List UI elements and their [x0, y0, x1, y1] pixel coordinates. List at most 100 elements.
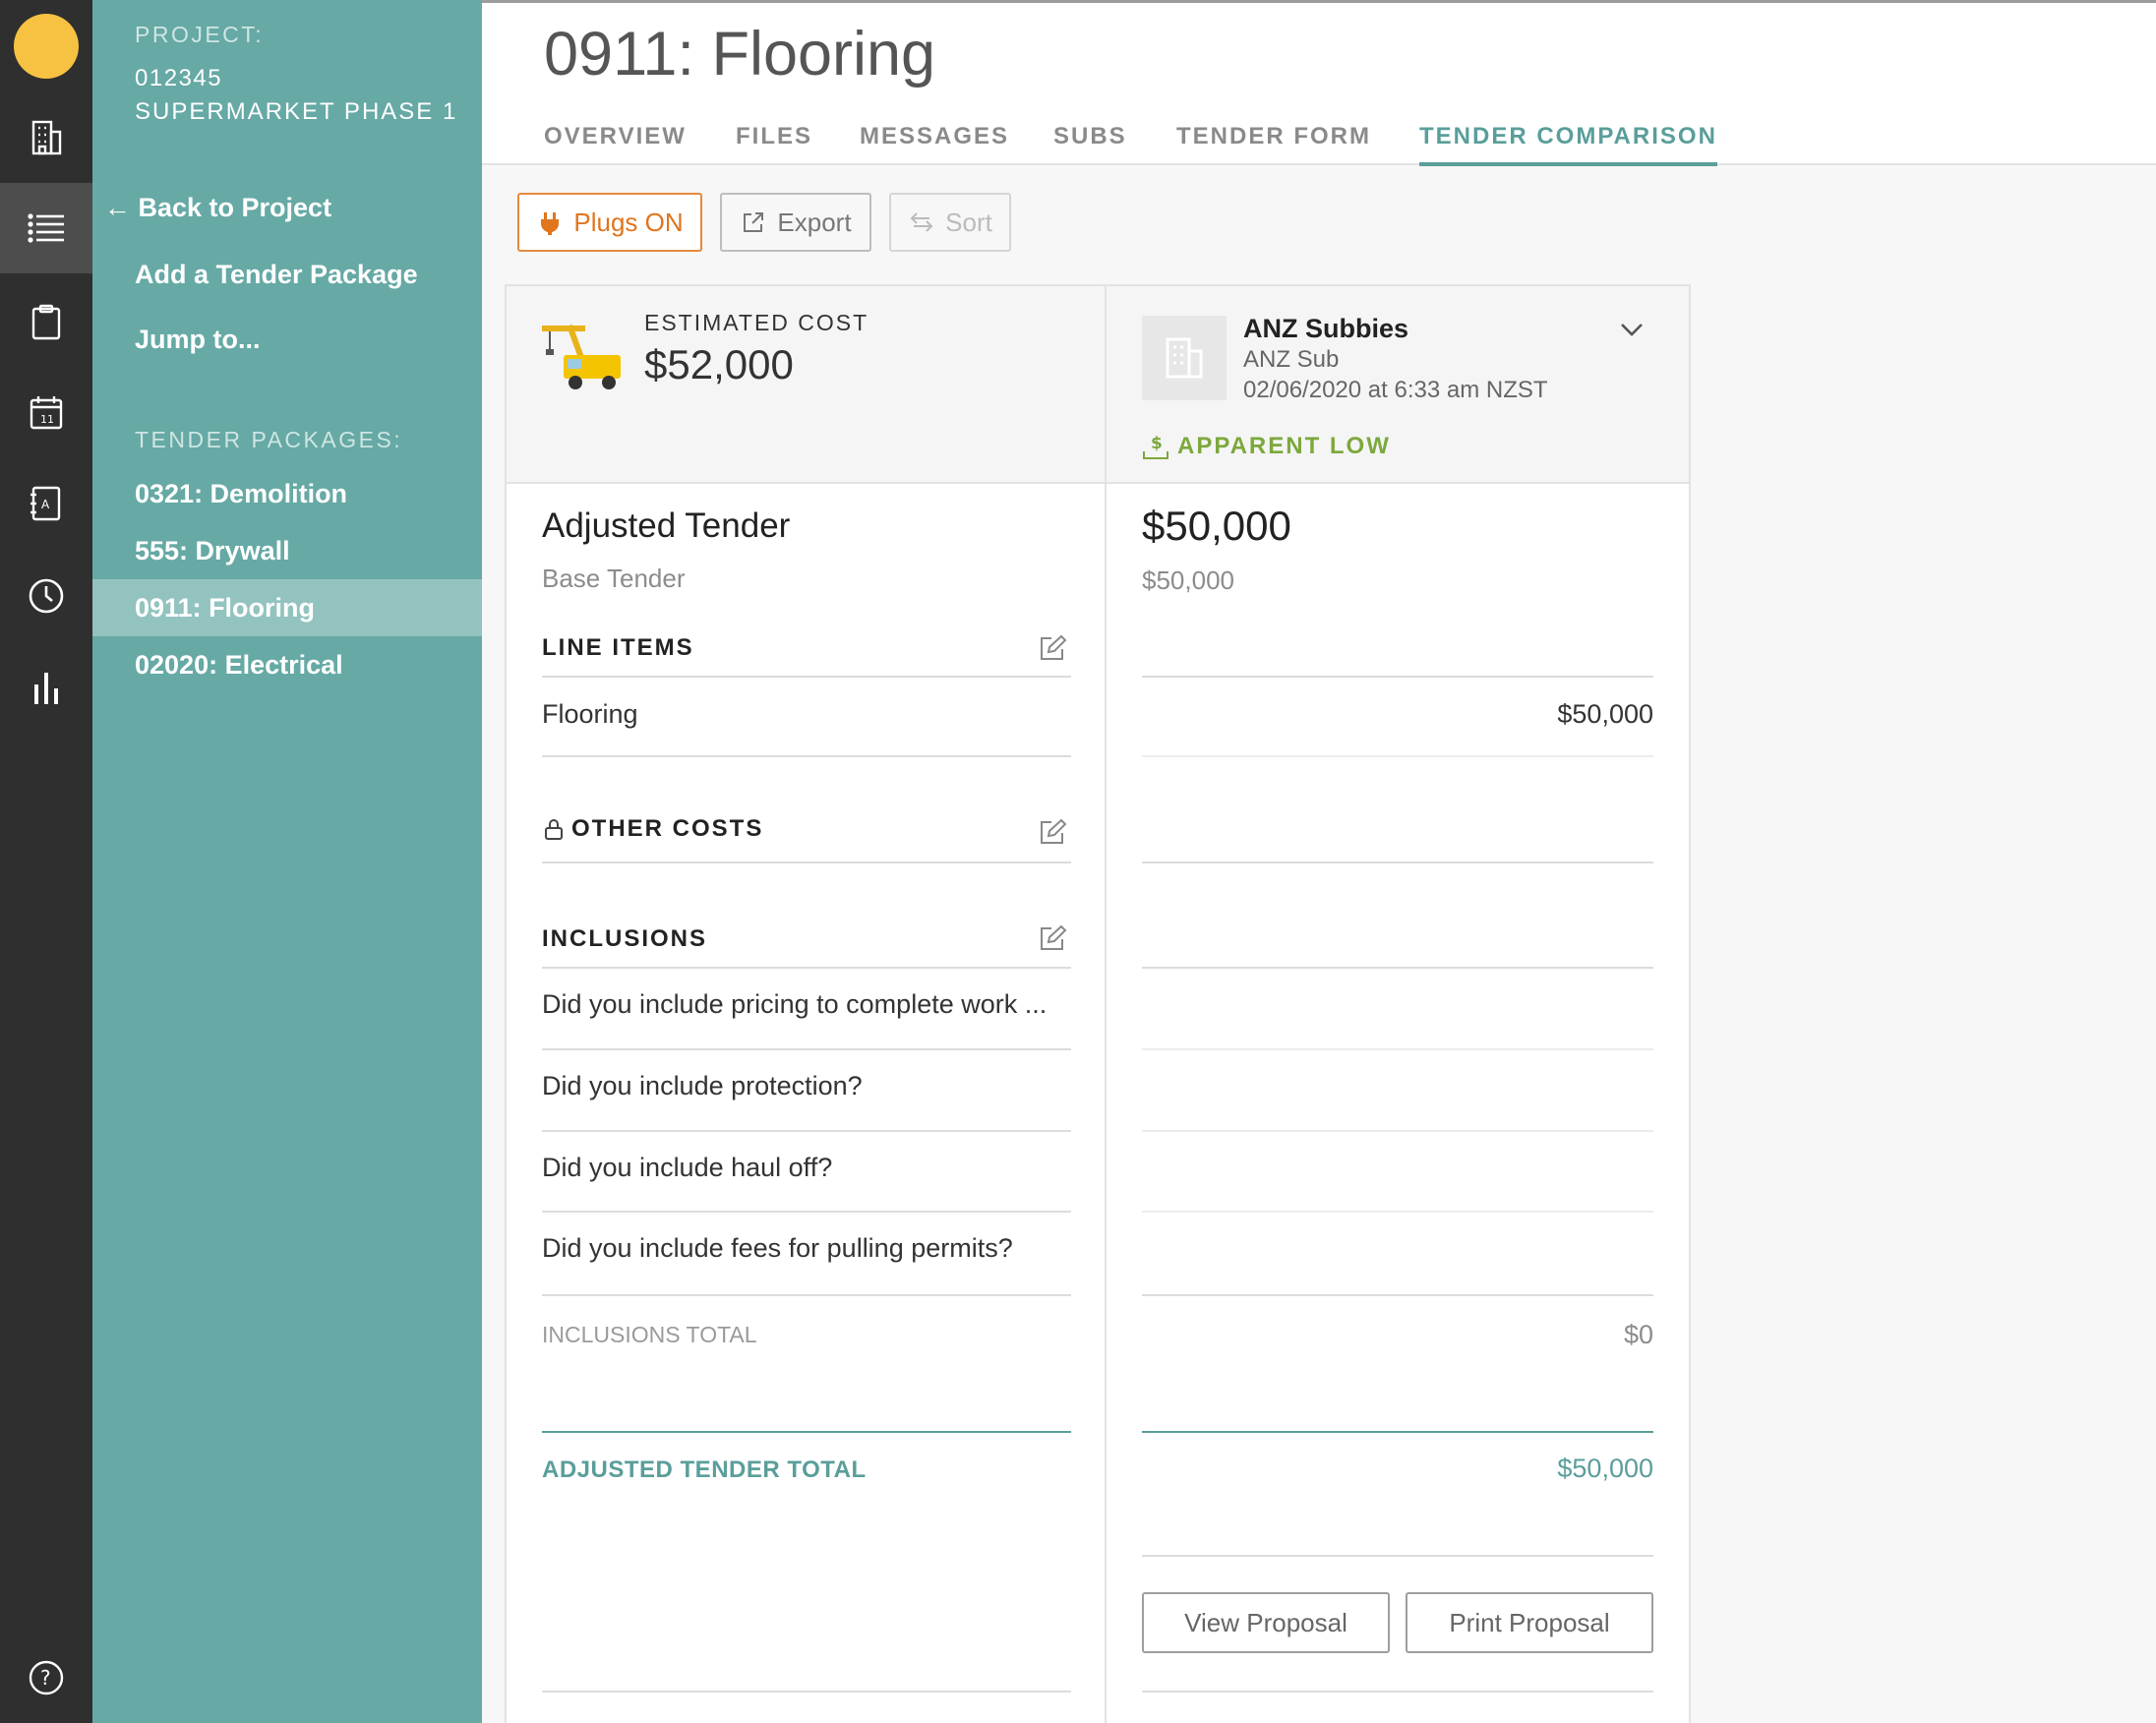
package-item-drywall[interactable]: 555: Drywall [92, 522, 482, 579]
divider [1142, 1691, 1653, 1693]
inclusion-item: Did you include protection? [542, 1071, 863, 1100]
base-tender-value: $50,000 [1142, 565, 1234, 595]
apparent-low-label: APPARENT LOW [1177, 433, 1391, 459]
edit-inclusions-icon[interactable] [1038, 923, 1067, 953]
svg-text:?: ? [40, 1666, 51, 1690]
tab-tender-comparison[interactable]: TENDER COMPARISON [1419, 123, 1717, 166]
bidder-card: ANZ Subbies ANZ Sub 02/06/2020 at 6:33 a… [1107, 284, 1691, 1723]
chevron-down-icon[interactable] [1618, 320, 1646, 339]
projects-nav[interactable] [0, 92, 92, 183]
bidder-name[interactable]: ANZ Subbies [1243, 314, 1408, 344]
estimate-header: ESTIMATED COST $52,000 [507, 286, 1105, 484]
divider [542, 1211, 1071, 1213]
inclusions-total-label: INCLUSIONS TOTAL [542, 1322, 757, 1347]
estimated-cost-value: $52,000 [644, 341, 794, 387]
sort-label: Sort [945, 207, 992, 237]
divider [1142, 1211, 1653, 1213]
address-book-icon: A [30, 486, 61, 521]
adjusted-tender-total-label: ADJUSTED TENDER TOTAL [542, 1456, 867, 1483]
building-icon [31, 120, 62, 155]
tenders-nav[interactable] [0, 183, 92, 273]
divider [1142, 1431, 1653, 1433]
divider [1142, 676, 1653, 678]
adjusted-tender-total-value: $50,000 [1557, 1454, 1653, 1483]
divider [1142, 967, 1653, 969]
page-title: 0911: Flooring [544, 20, 936, 89]
contacts-nav[interactable]: A [0, 458, 92, 549]
bidder-header: ANZ Subbies ANZ Sub 02/06/2020 at 6:33 a… [1107, 286, 1689, 484]
package-item-flooring[interactable]: 0911: Flooring [92, 579, 482, 636]
plug-icon [541, 212, 560, 235]
export-button[interactable]: Export [720, 193, 871, 252]
inclusions-label: INCLUSIONS [542, 925, 708, 952]
divider [542, 967, 1071, 969]
page-header: 0911: Flooring OVERVIEW FILES MESSAGES S… [482, 0, 2156, 166]
building-icon [1166, 337, 1203, 379]
line-item-flooring-label: Flooring [542, 699, 638, 729]
sort-arrows-icon [910, 212, 933, 232]
lock-icon [545, 819, 563, 840]
package-item-electrical[interactable]: 02020: Electrical [92, 636, 482, 693]
divider [1142, 755, 1653, 757]
apparent-low-badge: $ APPARENT LOW [1142, 432, 1391, 461]
adjusted-tender-value: $50,000 [1142, 503, 1291, 549]
app-rail: 11 A ? [0, 0, 92, 1723]
plugs-toggle-button[interactable]: Plugs ON [517, 193, 702, 252]
bid-date: 02/06/2020 at 6:33 am NZST [1243, 377, 1548, 403]
crane-truck-icon [542, 324, 621, 389]
bidder-contact: ANZ Sub [1243, 346, 1340, 373]
plugs-label: Plugs ON [573, 207, 684, 237]
inclusions-total-value: $0 [1623, 1320, 1653, 1349]
svg-text:A: A [41, 498, 50, 511]
list-icon [28, 213, 64, 243]
svg-text:11: 11 [40, 413, 54, 426]
line-items-heading: LINE ITEMS [542, 634, 694, 662]
estimated-cost-label: ESTIMATED COST [644, 310, 869, 335]
divider [542, 1691, 1071, 1693]
divider [542, 862, 1071, 863]
help-icon: ? [29, 1660, 64, 1695]
base-tender-label: Base Tender [542, 564, 686, 593]
help-nav[interactable]: ? [0, 1633, 92, 1723]
user-avatar[interactable] [14, 14, 79, 79]
divider [1142, 1555, 1653, 1557]
clipboard-icon [31, 304, 61, 340]
edit-line-items-icon[interactable] [1038, 633, 1067, 663]
divider [542, 1130, 1071, 1132]
history-nav[interactable] [0, 551, 92, 641]
tab-messages[interactable]: MESSAGES [860, 123, 1009, 162]
bar-chart-icon [34, 673, 58, 704]
tab-files[interactable]: FILES [736, 123, 812, 162]
inclusion-item: Did you include fees for pulling permits… [542, 1233, 1013, 1263]
calendar-icon: 11 [30, 396, 63, 430]
divider [542, 1048, 1071, 1050]
view-proposal-button[interactable]: View Proposal [1142, 1592, 1390, 1653]
divider [542, 1294, 1071, 1296]
print-proposal-button[interactable]: Print Proposal [1406, 1592, 1653, 1653]
jump-to-link[interactable]: Jump to... [135, 325, 261, 355]
project-number: 012345 [135, 65, 223, 91]
divider [542, 1431, 1071, 1433]
back-to-project-link[interactable]: ← Back to Project [104, 193, 331, 223]
tab-subs[interactable]: SUBS [1053, 123, 1127, 162]
package-item-demolition[interactable]: 0321: Demolition [92, 465, 482, 522]
add-tender-package-link[interactable]: Add a Tender Package [135, 260, 418, 290]
project-sidebar: PROJECT: 012345 SUPERMARKET PHASE 1 ← Ba… [92, 0, 482, 1723]
reports-nav[interactable] [0, 643, 92, 734]
tab-tender-form[interactable]: TENDER FORM [1176, 123, 1371, 162]
other-costs-heading: OTHER COSTS [542, 815, 763, 843]
export-label: Export [777, 207, 852, 237]
calendar-nav[interactable]: 11 [0, 368, 92, 458]
divider [1142, 862, 1653, 863]
inclusion-item: Did you include pricing to complete work… [542, 989, 1048, 1019]
adjusted-tender-label: Adjusted Tender [542, 506, 791, 545]
tasks-nav[interactable] [0, 277, 92, 368]
tab-overview[interactable]: OVERVIEW [544, 123, 687, 162]
inclusion-item: Did you include haul off? [542, 1153, 833, 1182]
other-costs-label: OTHER COSTS [571, 815, 764, 842]
sort-button[interactable]: Sort [889, 193, 1011, 252]
divider [1142, 1130, 1653, 1132]
edit-other-costs-icon[interactable] [1038, 817, 1067, 847]
external-link-icon [744, 212, 764, 232]
inclusions-heading: INCLUSIONS [542, 925, 707, 953]
